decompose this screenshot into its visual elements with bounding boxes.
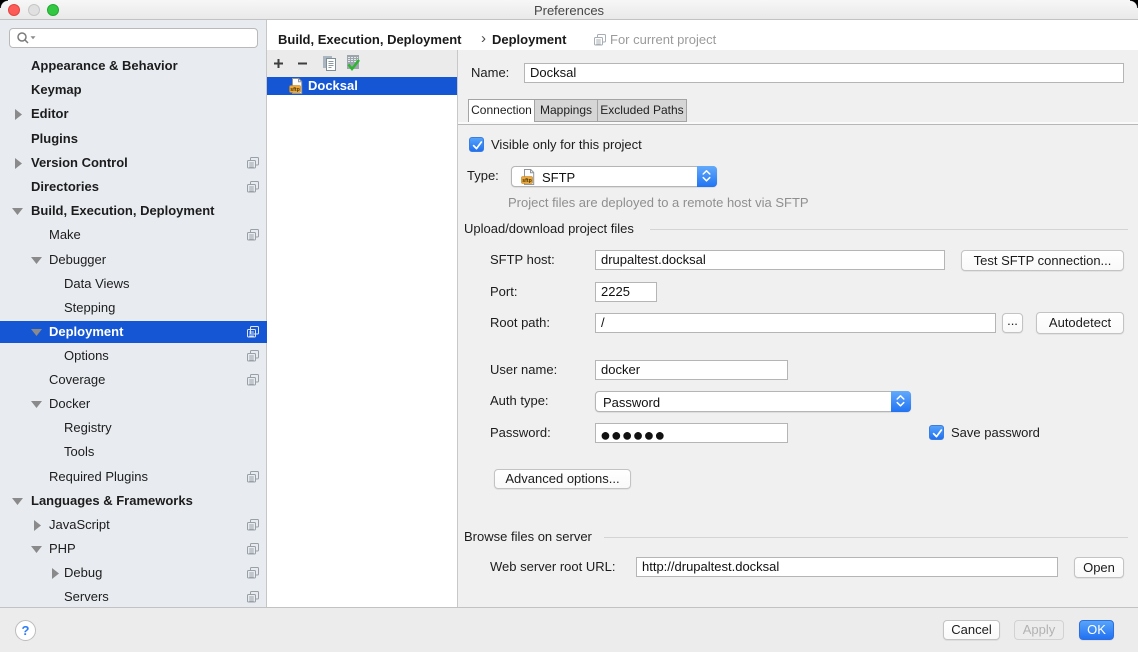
svg-text:sftp: sftp <box>522 178 532 184</box>
svg-text:sftp: sftp <box>290 87 300 93</box>
